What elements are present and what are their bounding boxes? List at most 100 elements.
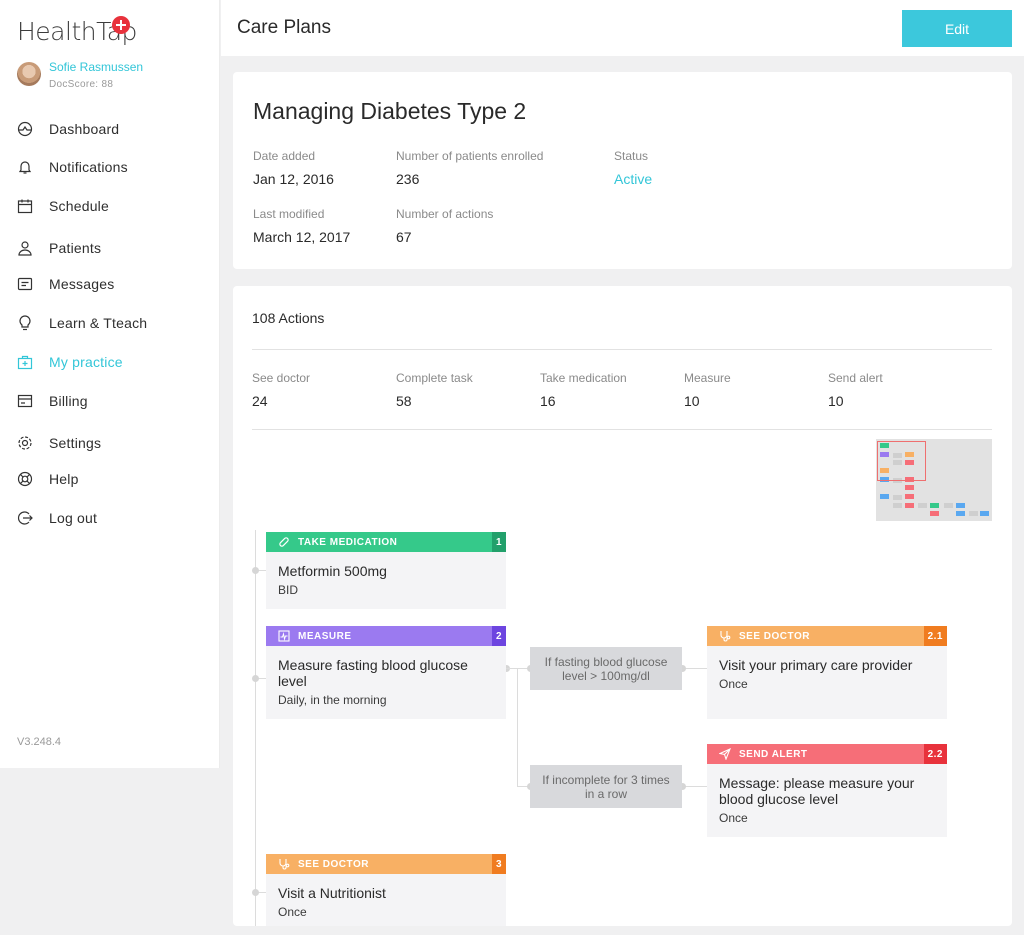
logout-icon: [17, 510, 33, 526]
action-node-header: MEASURE 2: [266, 626, 506, 646]
stat-value: 58: [396, 393, 412, 409]
sidebar-item-label: Schedule: [49, 198, 109, 214]
minimap-block: [956, 511, 965, 516]
sidebar-item-label: Messages: [49, 276, 115, 292]
action-number-badge: 3: [491, 854, 506, 874]
gear-icon: [17, 435, 33, 451]
edit-button[interactable]: Edit: [902, 10, 1012, 47]
sidebar-item-schedule[interactable]: Schedule: [17, 195, 109, 217]
flow-node-dot: [252, 889, 259, 896]
action-type-label: SEND ALERT: [739, 748, 808, 760]
sidebar-item-notifications[interactable]: Notifications: [17, 156, 128, 178]
action-node-body: Measure fasting blood glucose level Dail…: [266, 646, 506, 707]
action-node[interactable]: SEND ALERT 2.2 Message: please measure y…: [707, 744, 947, 837]
actions-count-label: Number of actions: [396, 207, 494, 221]
minimap-block: [905, 494, 914, 499]
sidebar-item-label: Settings: [49, 435, 102, 451]
sidebar-item-messages[interactable]: Messages: [17, 273, 114, 295]
sidebar-item-label: Log out: [49, 510, 98, 526]
stat-label: Send alert: [828, 371, 883, 385]
calendar-icon: [17, 198, 33, 214]
date-added-label: Date added: [253, 149, 316, 163]
sidebar-item-label: Notifications: [49, 159, 128, 175]
lifebuoy-icon: [17, 471, 33, 487]
action-node-body: Message: please measure your blood gluco…: [707, 764, 947, 825]
action-type-label: SEE DOCTOR: [739, 630, 810, 642]
chart-pulse-icon: [278, 630, 290, 642]
stethoscope-icon: [278, 858, 290, 870]
dashboard-icon: [17, 121, 33, 137]
action-title: Visit your primary care provider: [719, 657, 913, 673]
header: Care Plans Edit: [221, 0, 1024, 56]
action-node[interactable]: SEE DOCTOR 2.1 Visit your primary care p…: [707, 626, 947, 719]
billing-icon: [17, 393, 33, 409]
minimap-block: [969, 511, 978, 516]
minimap-viewport[interactable]: [877, 441, 926, 481]
action-type-label: TAKE MEDICATION: [298, 536, 398, 548]
stat-label: Take medication: [540, 371, 627, 385]
stat-label: See doctor: [252, 371, 311, 385]
action-node[interactable]: SEE DOCTOR 3 Visit a Nutritionist Once: [266, 854, 506, 926]
enrolled-label: Number of patients enrolled: [396, 149, 544, 163]
action-number-badge: 2: [491, 626, 506, 646]
flow-trunk-line: [255, 530, 256, 926]
flow-node-dot: [252, 675, 259, 682]
divider: [252, 429, 992, 430]
action-node[interactable]: MEASURE 2 Measure fasting blood glucose …: [266, 626, 506, 719]
sidebar-item-logout[interactable]: Log out: [17, 507, 97, 529]
last-modified-label: Last modified: [253, 207, 325, 221]
bell-icon: [17, 159, 33, 175]
sidebar-item-help[interactable]: Help: [17, 468, 79, 490]
flow-connector: [517, 668, 518, 786]
avatar[interactable]: [17, 62, 41, 86]
sidebar-item-learn[interactable]: Learn & Tteach: [17, 312, 147, 334]
stat-value: 10: [684, 393, 700, 409]
action-frequency: BID: [278, 583, 299, 597]
person-icon: [17, 240, 33, 256]
sidebar-item-settings[interactable]: Settings: [17, 432, 101, 454]
action-frequency: Daily, in the morning: [278, 693, 387, 707]
enrolled-value: 236: [396, 171, 420, 187]
branch-condition[interactable]: If fasting blood glucose level > 100mg/d…: [530, 647, 682, 690]
stat-label: Measure: [684, 371, 731, 385]
logo-cross-icon: [112, 16, 130, 34]
actions-panel: 108 Actions See doctor 24 Complete task …: [233, 286, 1012, 926]
action-type-label: MEASURE: [298, 630, 352, 642]
minimap-block: [930, 511, 939, 516]
minimap-block: [944, 503, 953, 508]
action-node-header: SEE DOCTOR 2.1: [707, 626, 947, 646]
flow-minimap[interactable]: [876, 439, 992, 521]
action-title: Message: please measure your blood gluco…: [719, 775, 915, 807]
sidebar-item-billing[interactable]: Billing: [17, 390, 88, 412]
sidebar-item-label: Patients: [49, 240, 102, 256]
action-title: Measure fasting blood glucose level: [278, 657, 468, 689]
docscore: DocScore: 88: [49, 79, 114, 90]
last-modified-value: March 12, 2017: [253, 229, 351, 245]
action-node-body: Metformin 500mg BID: [266, 552, 506, 597]
flow-node-dot: [252, 567, 259, 574]
action-title: Metformin 500mg: [278, 563, 387, 579]
action-number-badge: 1: [491, 532, 506, 552]
action-number-badge: 2.2: [923, 744, 947, 764]
care-plan-title: Managing Diabetes Type 2: [253, 98, 527, 124]
stat-take-medication: Take medication 16: [540, 371, 627, 409]
action-node-header: SEND ALERT 2.2: [707, 744, 947, 764]
sidebar-item-label: Dashboard: [49, 121, 120, 137]
lightbulb-icon: [17, 315, 33, 331]
sidebar-item-patients[interactable]: Patients: [17, 237, 101, 259]
branch-condition[interactable]: If incomplete for 3 times in a row: [530, 765, 682, 808]
action-number-badge: 2.1: [923, 626, 947, 646]
user-name[interactable]: Sofie Rasmussen: [49, 60, 143, 74]
pill-icon: [278, 536, 290, 548]
medical-bag-icon: [17, 354, 33, 370]
sidebar-item-my-practice[interactable]: My practice: [17, 351, 123, 373]
date-added-value: Jan 12, 2016: [253, 171, 334, 187]
action-frequency: Once: [719, 811, 748, 825]
action-node[interactable]: TAKE MEDICATION 1 Metformin 500mg BID: [266, 532, 506, 609]
status-label: Status: [614, 149, 649, 163]
minimap-block: [930, 503, 939, 508]
status-value: Active: [614, 171, 653, 187]
sidebar-item-dashboard[interactable]: Dashboard: [17, 118, 119, 140]
minimap-block: [880, 494, 889, 499]
minimap-block: [893, 503, 902, 508]
